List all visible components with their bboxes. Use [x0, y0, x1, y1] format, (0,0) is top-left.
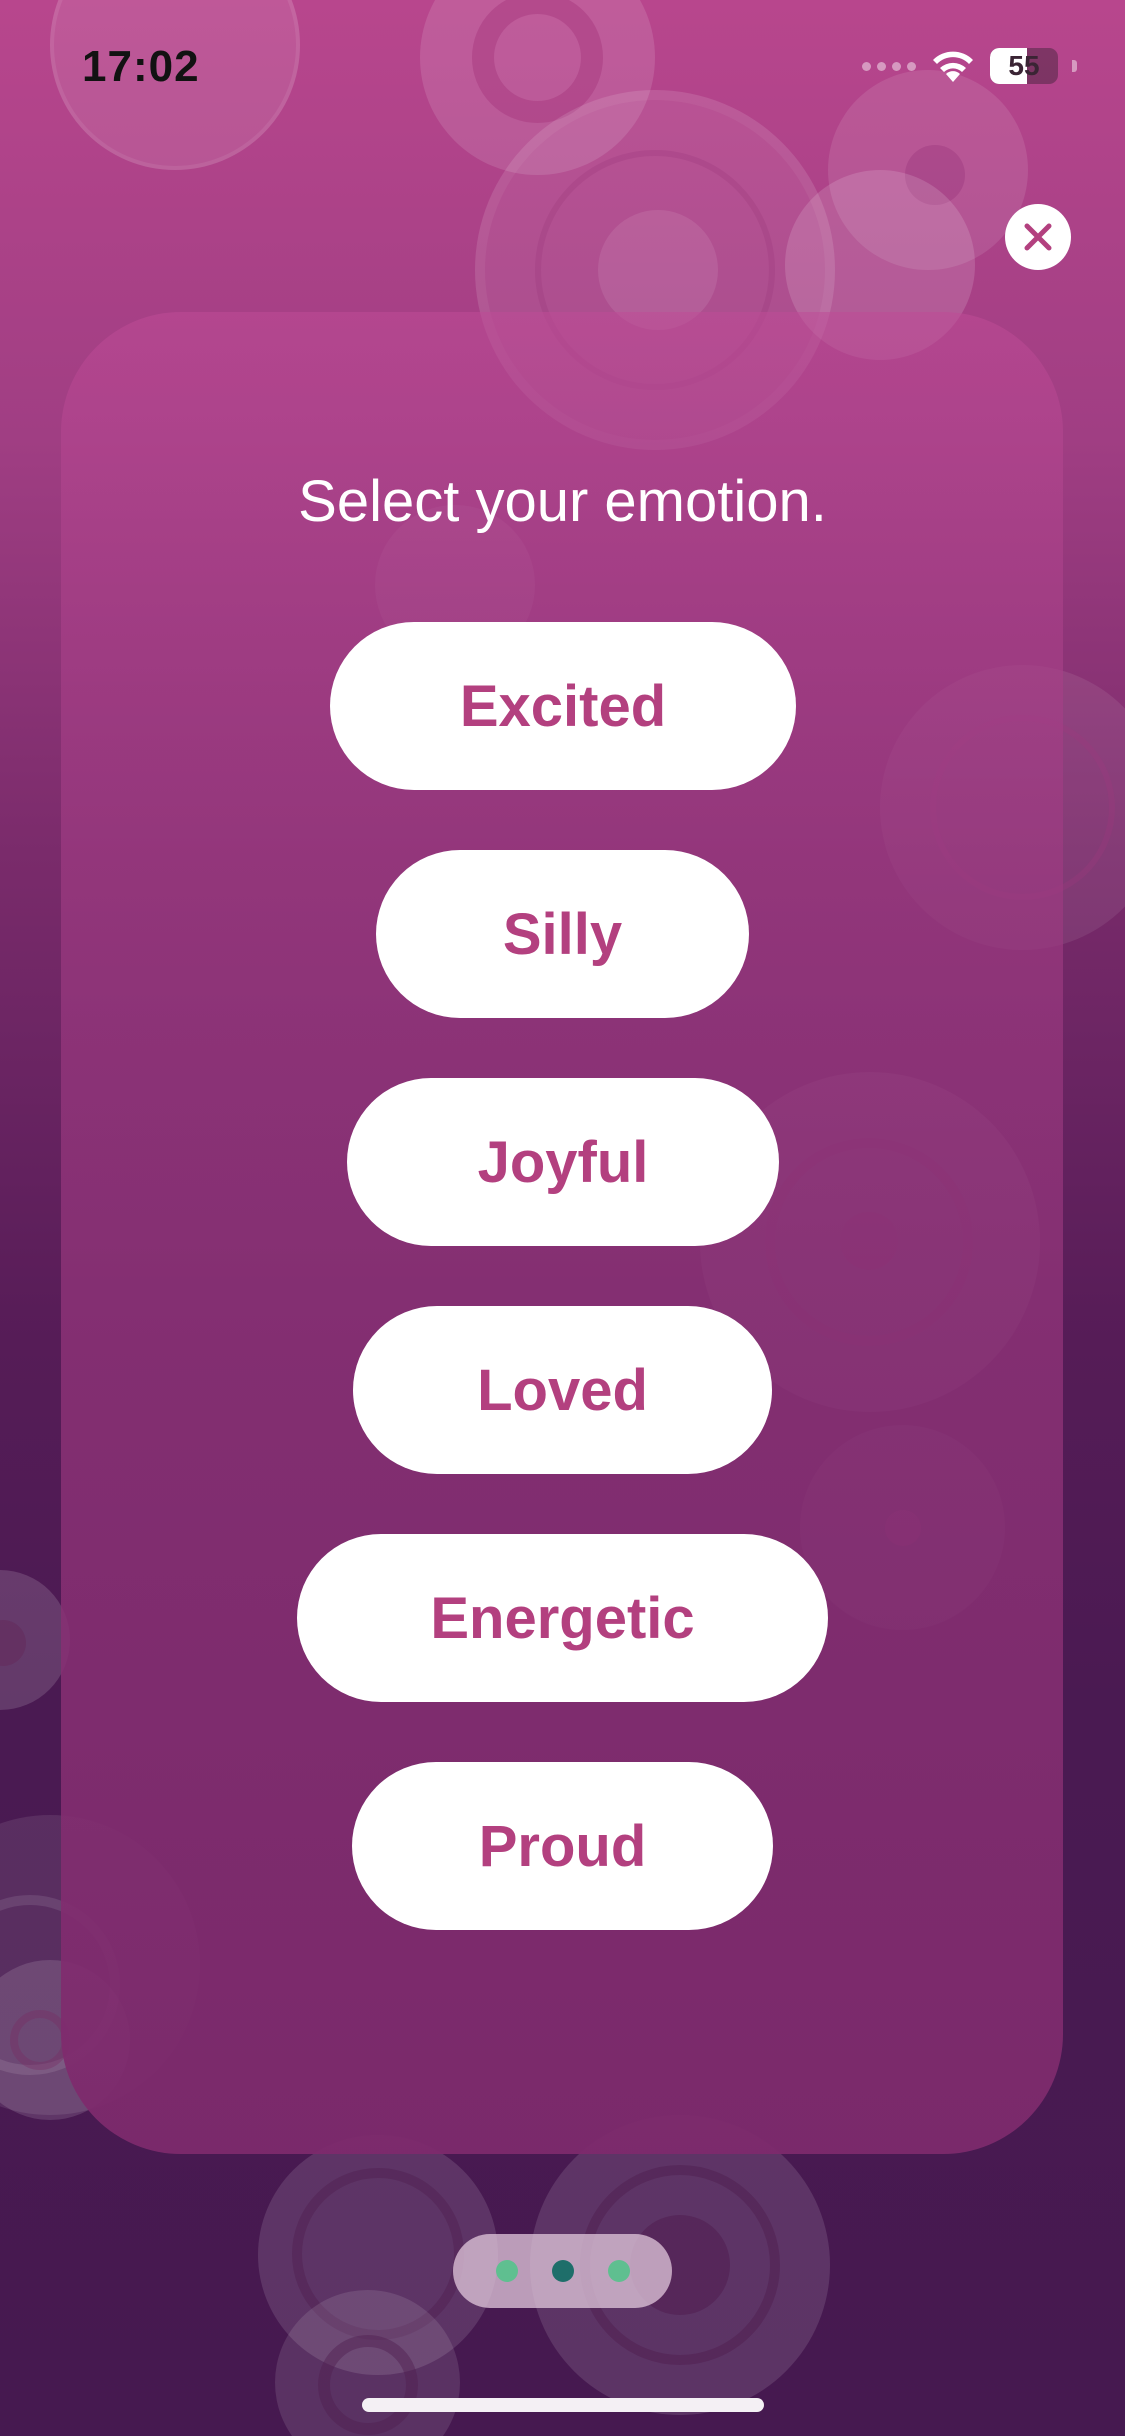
emotion-button-proud[interactable]: Proud [352, 1762, 773, 1930]
emotion-button-energetic[interactable]: Energetic [297, 1534, 828, 1702]
status-bar: 17:02 55 [0, 0, 1125, 140]
home-indicator[interactable] [362, 2398, 764, 2412]
page-dot[interactable] [607, 2260, 630, 2282]
prompt-title: Select your emotion. [298, 469, 827, 534]
emotion-button-excited[interactable]: Excited [330, 622, 796, 790]
status-time: 17:02 [82, 42, 200, 91]
page-dot-active[interactable] [551, 2260, 574, 2282]
cellular-signal-icon [862, 61, 916, 71]
emotion-button-joyful[interactable]: Joyful [347, 1078, 779, 1246]
page-dot[interactable] [495, 2260, 518, 2282]
close-button[interactable] [1005, 204, 1071, 270]
battery-level: 55 [1008, 50, 1040, 81]
emotion-button-loved[interactable]: Loved [353, 1306, 772, 1474]
battery-icon: 55 [990, 48, 1058, 84]
wifi-icon [930, 48, 976, 84]
close-icon [1024, 223, 1052, 251]
battery-cap [1072, 60, 1077, 72]
status-indicators: 55 [862, 48, 1077, 84]
emotion-button-silly[interactable]: Silly [376, 850, 749, 1018]
page-indicator [453, 2234, 672, 2308]
